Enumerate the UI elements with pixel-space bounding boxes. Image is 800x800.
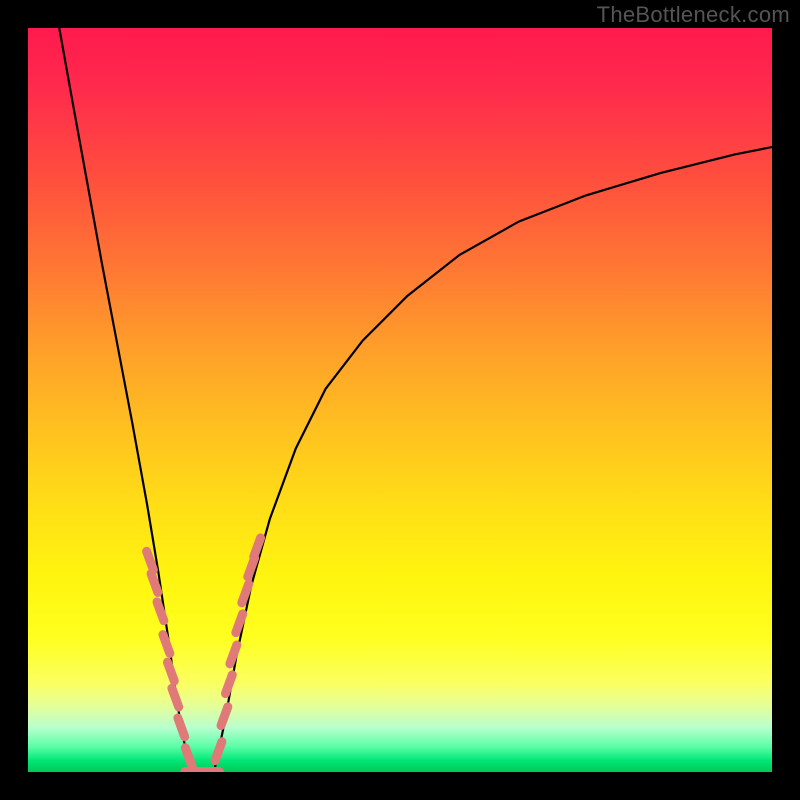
plot-area bbox=[28, 28, 772, 772]
tick-mark bbox=[157, 602, 164, 621]
tick-mark bbox=[167, 662, 174, 681]
tick-mark bbox=[185, 748, 192, 767]
tick-mark bbox=[172, 688, 179, 707]
tick-mark bbox=[147, 551, 154, 570]
tick-marks bbox=[147, 538, 261, 772]
curve-right bbox=[214, 147, 772, 772]
chart-svg bbox=[28, 28, 772, 772]
curve-left bbox=[59, 28, 191, 772]
tick-mark bbox=[230, 645, 237, 664]
tick-mark bbox=[254, 538, 261, 557]
tick-mark bbox=[225, 675, 232, 694]
tick-mark bbox=[242, 584, 249, 603]
tick-mark bbox=[236, 614, 243, 633]
tick-mark bbox=[178, 718, 185, 737]
tick-mark bbox=[151, 574, 158, 593]
watermark-text: TheBottleneck.com bbox=[597, 2, 790, 28]
tick-mark bbox=[215, 742, 222, 761]
tick-mark bbox=[221, 707, 228, 726]
tick-mark bbox=[163, 635, 170, 654]
